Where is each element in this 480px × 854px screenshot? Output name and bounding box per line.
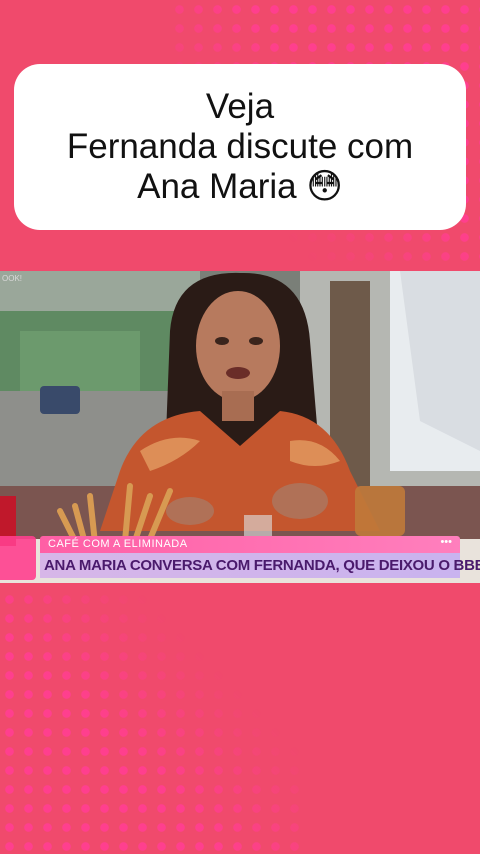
lower-third-headline: ANA MARIA CONVERSA COM FERNANDA, QUE DEI… (44, 557, 480, 574)
title-line-3: Ana Maria 😳 (137, 167, 343, 206)
title-line-2: Fernanda discute com (66, 127, 414, 166)
lower-third-accent (0, 536, 36, 580)
lower-third-bottom-bar: ANA MARIA CONVERSA COM FERNANDA, QUE DEI… (40, 553, 480, 578)
lower-third-caption: CAFÉ COM A ELIMINADA ••• ANA MARIA CONVE… (0, 536, 480, 580)
studio-tag: OOK! (2, 274, 23, 283)
lower-third-label: CAFÉ COM A ELIMINADA (48, 538, 188, 550)
title-line-1: Veja (205, 87, 275, 126)
title-text: Veja Fernanda discute com Ana Maria 😳 (67, 87, 413, 207)
more-dots-icon: ••• (440, 536, 452, 548)
decorative-dot-pattern-bottom (0, 590, 300, 854)
video-player[interactable]: OOK! CAFÉ COM A ELIMINADA ••• ANA MARIA … (0, 271, 480, 583)
lower-third-top-bar: CAFÉ COM A ELIMINADA ••• (40, 536, 460, 553)
title-card: Veja Fernanda discute com Ana Maria 😳 (14, 64, 466, 230)
